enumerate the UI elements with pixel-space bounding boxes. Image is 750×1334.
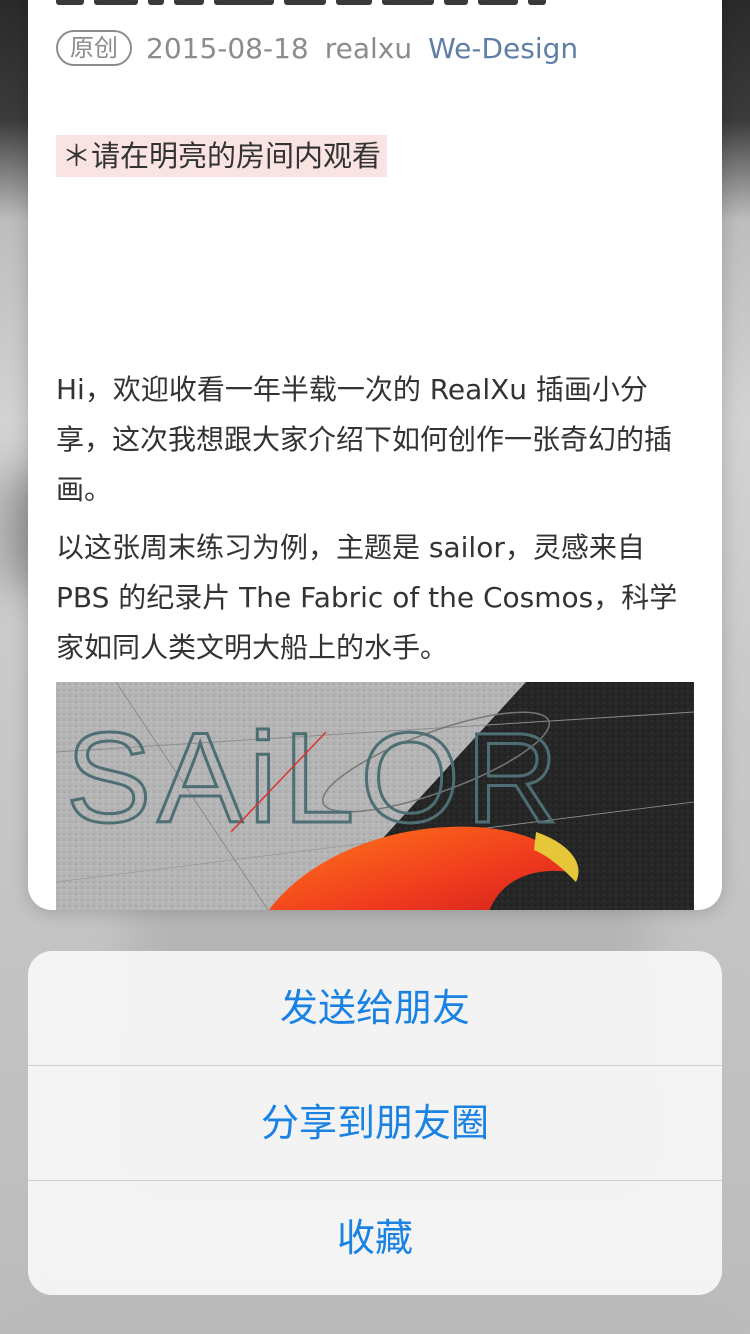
article-paragraph: Hi，欢迎收看一年半载一次的 RealXu 插画小分享，这次我想跟大家介绍下如何… — [56, 373, 673, 506]
background-blur — [0, 1290, 750, 1334]
account-link[interactable]: We-Design — [428, 32, 578, 65]
article-meta: 原创 2015-08-18 realxu We-Design — [56, 30, 578, 66]
original-badge: 原创 — [56, 30, 132, 66]
send-to-friend-button[interactable]: 发送给朋友 — [28, 951, 722, 1066]
author-name: realxu — [324, 31, 413, 65]
viewing-notice: ＊请在明亮的房间内观看 — [56, 135, 388, 177]
sailor-illustration[interactable]: SAiLOR — [56, 682, 694, 910]
article-paragraph: 以这张周末练习为例，主题是 sailor，灵感来自 PBS 的纪录片 The F… — [56, 531, 678, 664]
favorite-button[interactable]: 收藏 — [28, 1181, 722, 1295]
share-action-sheet: 发送给朋友 分享到朋友圈 收藏 — [28, 951, 722, 1295]
publish-date: 2015-08-18 — [146, 31, 309, 65]
article-preview-card: 原创 2015-08-18 realxu We-Design ＊请在明亮的房间内… — [28, 0, 722, 910]
share-to-moments-button[interactable]: 分享到朋友圈 — [28, 1066, 722, 1181]
article-title-cropped — [56, 0, 576, 8]
